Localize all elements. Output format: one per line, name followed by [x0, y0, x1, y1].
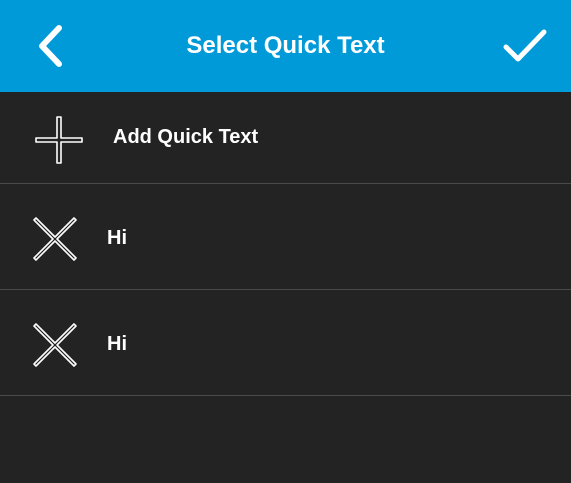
delete-x-icon[interactable] [32, 216, 78, 262]
quick-text-item[interactable]: Hi [0, 184, 571, 290]
quick-text-label: Hi [107, 227, 127, 249]
confirm-button[interactable] [495, 18, 555, 74]
checkmark-icon [503, 29, 547, 62]
quick-text-label: Hi [107, 333, 127, 355]
delete-x-icon[interactable] [32, 322, 78, 368]
back-button[interactable] [22, 18, 78, 74]
page-title: Select Quick Text [186, 32, 385, 59]
app-header: Select Quick Text [0, 0, 571, 92]
add-quick-text-label: Add Quick Text [113, 126, 259, 148]
chevron-left-icon [39, 25, 62, 67]
add-quick-text-button[interactable]: Add Quick Text [0, 92, 571, 184]
quick-text-item[interactable]: Hi [0, 290, 571, 396]
plus-icon [35, 116, 83, 164]
quick-text-screen: Select Quick Text Add Quick Text Hi Hi [0, 0, 571, 483]
